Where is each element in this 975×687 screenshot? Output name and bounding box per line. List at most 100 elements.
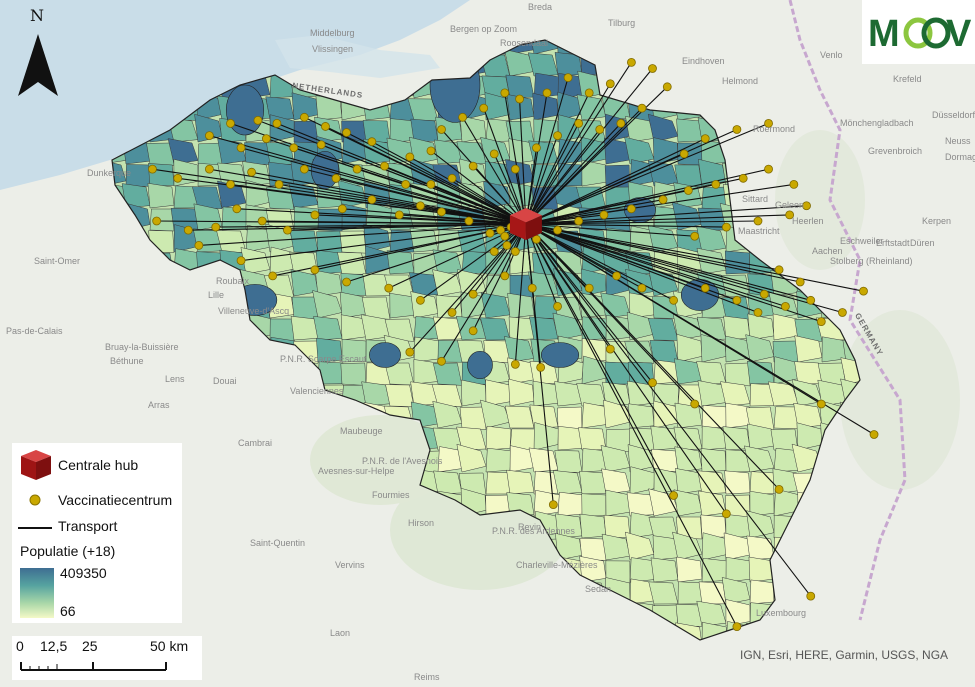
vaccination-center-point[interactable] bbox=[599, 210, 609, 220]
vaccination-center-point[interactable] bbox=[183, 225, 193, 235]
vaccination-center-point[interactable] bbox=[859, 286, 868, 296]
vaccination-center-point[interactable] bbox=[384, 283, 394, 293]
vaccination-center-point[interactable] bbox=[510, 247, 520, 256]
vaccination-center-point[interactable] bbox=[510, 164, 520, 174]
vaccination-center-point[interactable] bbox=[261, 134, 271, 144]
vaccination-center-point[interactable] bbox=[662, 82, 672, 92]
vaccination-center-point[interactable] bbox=[584, 283, 594, 293]
vaccination-center-point[interactable] bbox=[468, 289, 478, 299]
vaccination-center-point[interactable] bbox=[806, 591, 816, 601]
vaccination-center-point[interactable] bbox=[426, 179, 436, 189]
vaccination-center-point[interactable] bbox=[721, 509, 731, 519]
vaccination-center-point[interactable] bbox=[648, 378, 657, 388]
vaccination-center-point[interactable] bbox=[816, 317, 826, 327]
vaccination-center-point[interactable] bbox=[415, 295, 425, 305]
vaccination-center-point[interactable] bbox=[380, 161, 389, 171]
vaccination-center-point[interactable] bbox=[732, 295, 742, 305]
vaccination-center-point[interactable] bbox=[774, 484, 784, 494]
vaccination-center-point[interactable] bbox=[527, 283, 537, 293]
vaccination-center-point[interactable] bbox=[816, 399, 826, 409]
vaccination-center-point[interactable] bbox=[690, 399, 700, 409]
vaccination-center-point[interactable] bbox=[584, 88, 594, 98]
vaccination-center-point[interactable] bbox=[489, 247, 499, 256]
vaccination-center-point[interactable] bbox=[232, 204, 242, 214]
vaccination-center-point[interactable] bbox=[669, 491, 678, 500]
vaccination-center-point[interactable] bbox=[247, 167, 257, 177]
vaccination-center-point[interactable] bbox=[253, 115, 263, 125]
vaccination-center-point[interactable] bbox=[489, 149, 499, 159]
vaccination-center-point[interactable] bbox=[299, 164, 309, 174]
vaccination-center-point[interactable] bbox=[563, 73, 573, 83]
vaccination-center-point[interactable] bbox=[838, 308, 847, 317]
vaccination-center-point[interactable] bbox=[299, 112, 309, 122]
vaccination-center-point[interactable] bbox=[289, 143, 299, 153]
vaccination-center-point[interactable] bbox=[226, 119, 235, 128]
vaccination-center-point[interactable] bbox=[468, 161, 478, 171]
vaccination-center-point[interactable] bbox=[500, 231, 510, 241]
vaccination-center-point[interactable] bbox=[510, 359, 520, 369]
vaccination-center-point[interactable] bbox=[605, 79, 615, 89]
vaccination-center-point[interactable] bbox=[447, 173, 457, 183]
vaccination-center-point[interactable] bbox=[479, 103, 489, 113]
vaccination-center-point[interactable] bbox=[272, 119, 282, 128]
vaccination-center-point[interactable] bbox=[437, 207, 446, 217]
vaccination-center-point[interactable] bbox=[721, 222, 731, 232]
vaccination-center-point[interactable] bbox=[738, 173, 748, 183]
vaccination-center-point[interactable] bbox=[204, 164, 214, 174]
vaccination-center-point[interactable] bbox=[612, 271, 622, 281]
vaccination-center-point[interactable] bbox=[268, 271, 278, 281]
vaccination-center-point[interactable] bbox=[658, 195, 668, 205]
vaccination-center-point[interactable] bbox=[548, 500, 558, 510]
vaccination-center-point[interactable] bbox=[806, 295, 816, 305]
vaccination-center-point[interactable] bbox=[627, 58, 636, 67]
vaccination-center-point[interactable] bbox=[753, 216, 763, 226]
vaccination-center-point[interactable] bbox=[367, 137, 377, 147]
vaccination-center-point[interactable] bbox=[574, 119, 584, 128]
vaccination-center-point[interactable] bbox=[795, 277, 805, 287]
vaccination-center-point[interactable] bbox=[310, 210, 320, 220]
vaccination-center-point[interactable] bbox=[711, 179, 721, 189]
vaccination-center-point[interactable] bbox=[405, 347, 415, 357]
vaccination-center-point[interactable] bbox=[574, 216, 584, 226]
vaccination-center-point[interactable] bbox=[869, 430, 879, 439]
vaccination-center-point[interactable] bbox=[173, 173, 183, 183]
vaccination-center-point[interactable] bbox=[437, 125, 446, 134]
vaccination-center-point[interactable] bbox=[532, 143, 541, 153]
vaccination-center-point[interactable] bbox=[485, 228, 495, 238]
vaccination-center-point[interactable] bbox=[236, 143, 246, 153]
vaccination-center-point[interactable] bbox=[468, 326, 478, 336]
vaccination-center-point[interactable] bbox=[236, 256, 246, 266]
vaccination-center-point[interactable] bbox=[679, 149, 689, 159]
vaccination-center-point[interactable] bbox=[502, 240, 512, 250]
vaccination-center-point[interactable] bbox=[536, 362, 546, 372]
vaccination-center-point[interactable] bbox=[401, 179, 411, 189]
vaccination-center-point[interactable] bbox=[669, 295, 678, 305]
vaccination-center-point[interactable] bbox=[637, 103, 647, 113]
vaccination-center-point[interactable] bbox=[394, 210, 404, 220]
vaccination-center-point[interactable] bbox=[732, 125, 742, 134]
vaccination-center-point[interactable] bbox=[690, 231, 700, 241]
vaccination-center-point[interactable] bbox=[781, 301, 790, 311]
vaccination-center-point[interactable] bbox=[148, 164, 157, 174]
vaccination-center-point[interactable] bbox=[226, 179, 235, 189]
vaccination-center-point[interactable] bbox=[405, 152, 415, 162]
vaccination-center-point[interactable] bbox=[764, 164, 773, 174]
vaccination-center-point[interactable] bbox=[700, 134, 710, 144]
vaccination-center-point[interactable] bbox=[342, 277, 351, 287]
vaccination-center-point[interactable] bbox=[553, 225, 562, 235]
vaccination-center-point[interactable] bbox=[595, 125, 605, 134]
vaccination-center-point[interactable] bbox=[437, 356, 446, 366]
vaccination-center-point[interactable] bbox=[464, 216, 474, 226]
vaccination-center-point[interactable] bbox=[759, 289, 769, 299]
vaccination-center-point[interactable] bbox=[553, 301, 562, 311]
vaccination-center-point[interactable] bbox=[331, 173, 341, 183]
vaccination-center-point[interactable] bbox=[732, 622, 742, 632]
vaccination-center-point[interactable] bbox=[283, 225, 292, 235]
vaccination-center-point[interactable] bbox=[204, 131, 214, 141]
vaccination-center-point[interactable] bbox=[152, 216, 162, 226]
vaccination-center-point[interactable] bbox=[352, 164, 362, 174]
vaccination-center-point[interactable] bbox=[616, 119, 626, 128]
vaccination-center-point[interactable] bbox=[415, 201, 425, 211]
vaccination-center-point[interactable] bbox=[458, 112, 468, 122]
vaccination-center-point[interactable] bbox=[553, 131, 562, 141]
